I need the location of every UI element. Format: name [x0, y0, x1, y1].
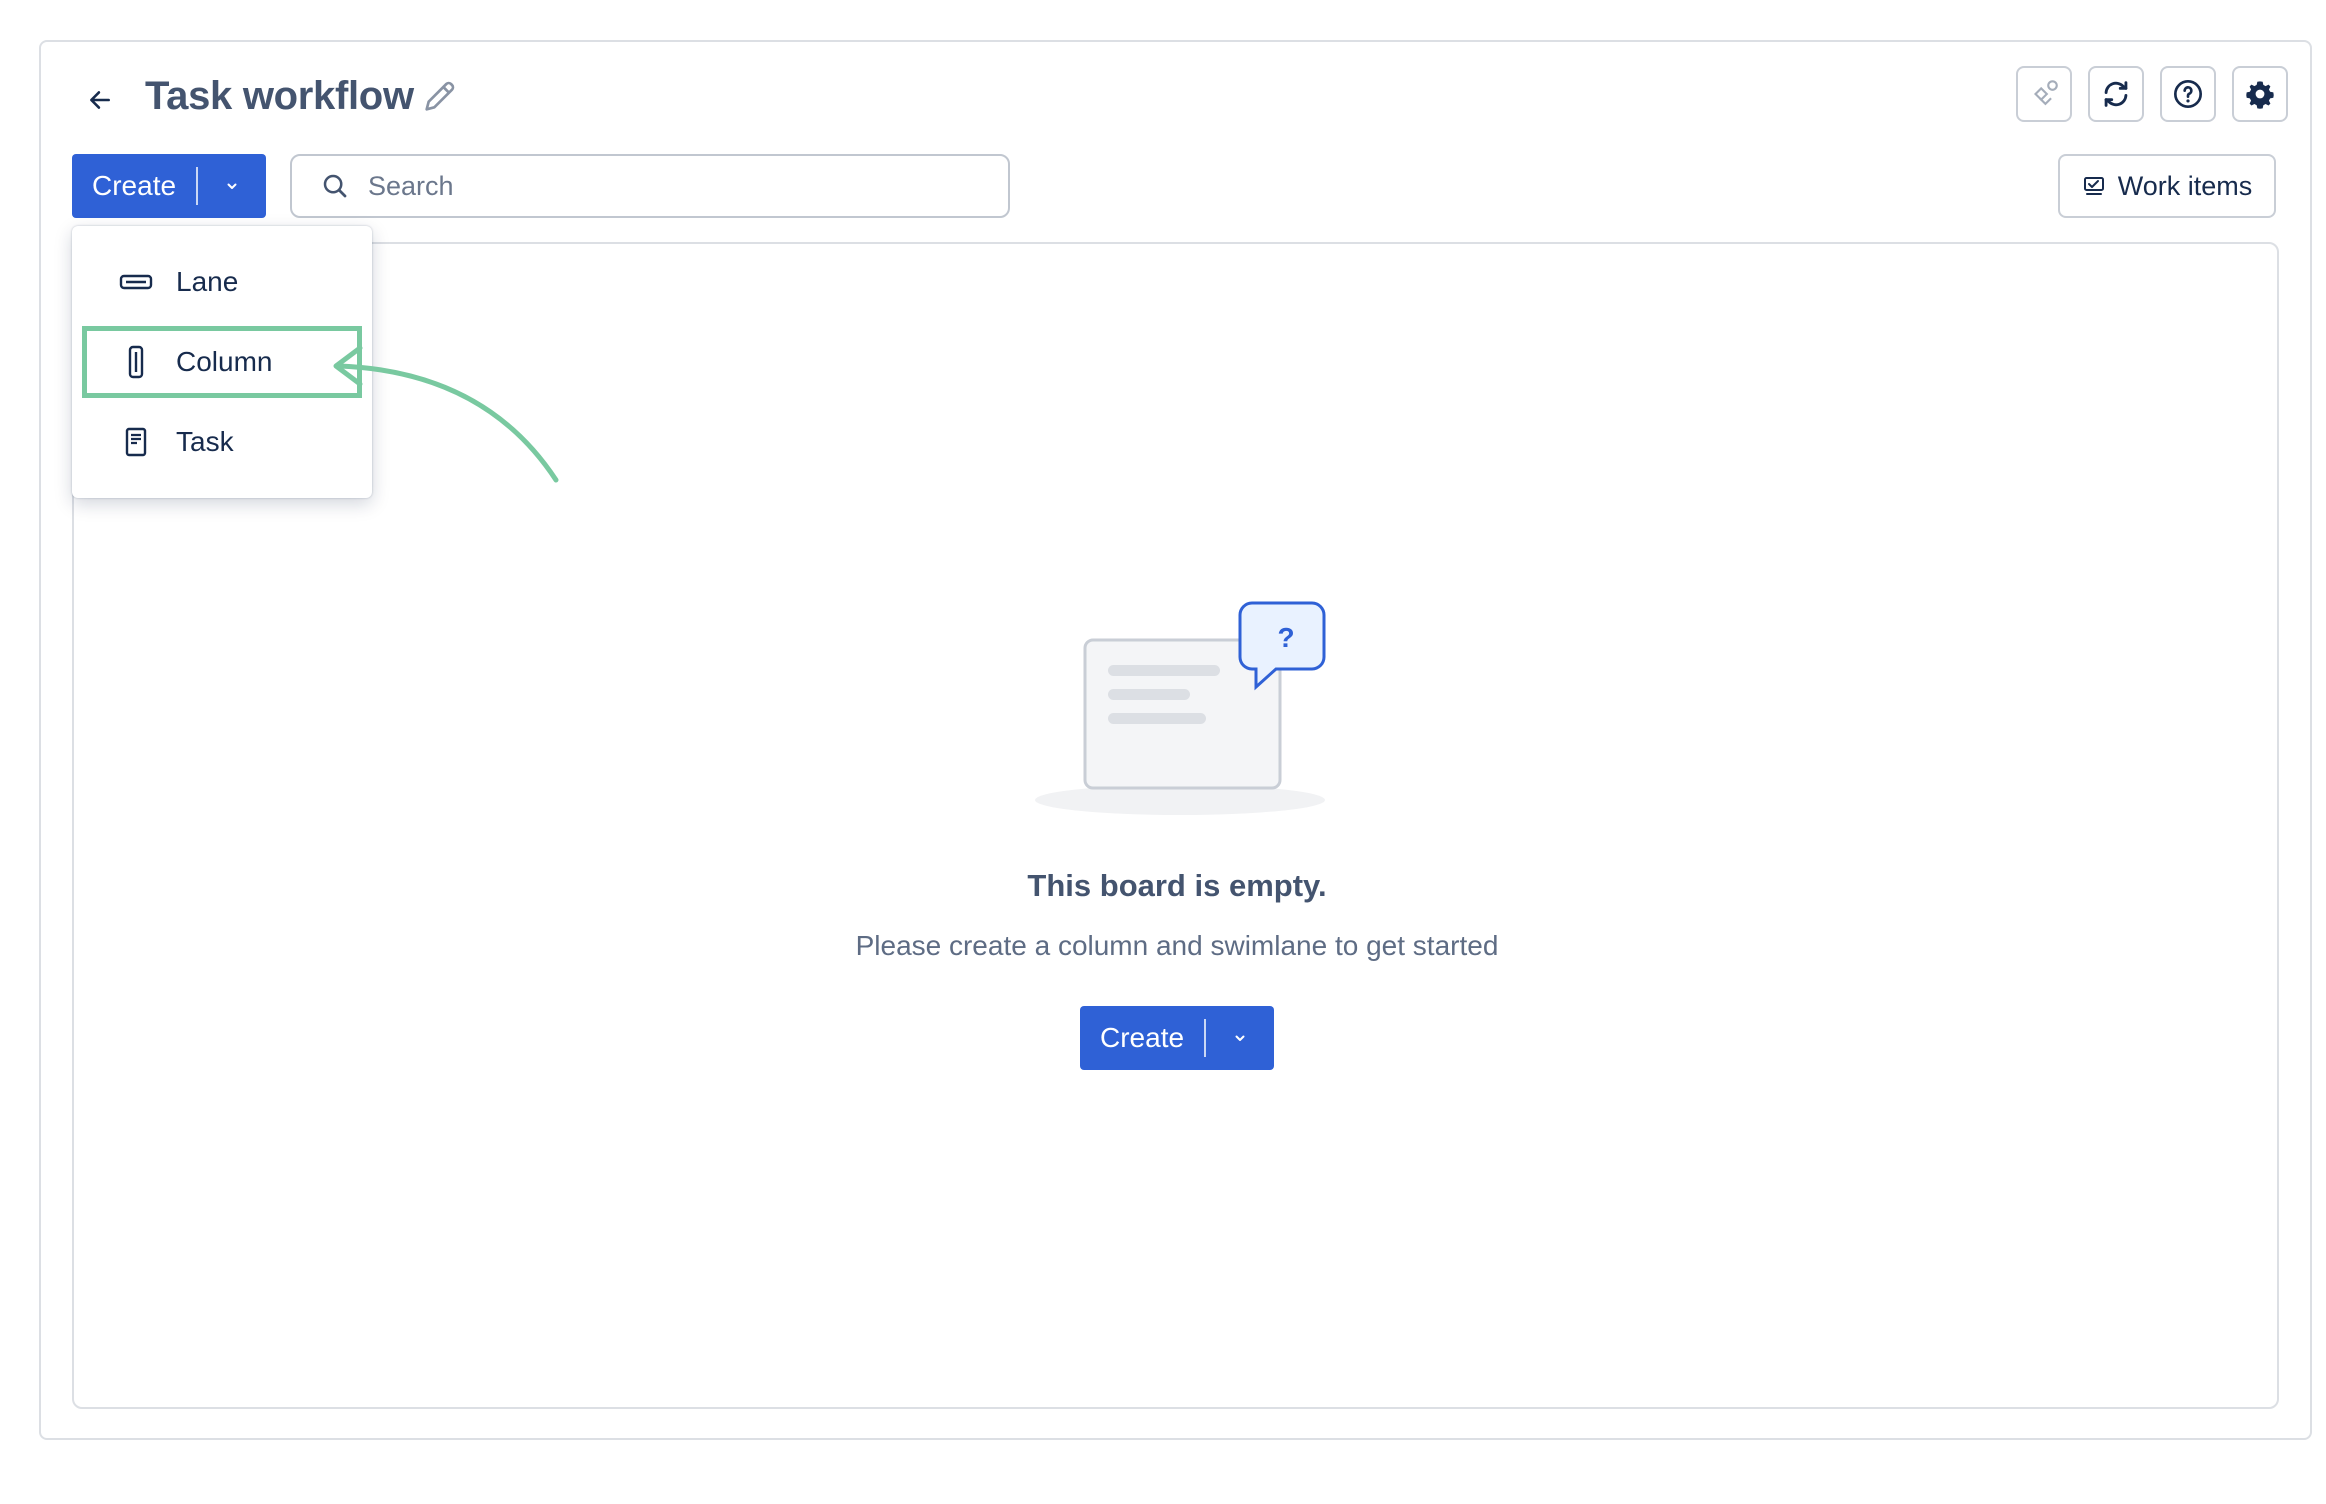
menu-item-lane[interactable]: Lane	[82, 246, 362, 318]
integration-icon	[2033, 80, 2058, 106]
empty-state-create-split-button[interactable]: Create	[1080, 1006, 1274, 1070]
integration-button[interactable]	[2016, 66, 2072, 122]
search-field[interactable]	[290, 154, 1010, 218]
sync-icon	[2104, 81, 2128, 107]
help-icon	[2174, 80, 2202, 108]
gear-icon	[2246, 81, 2274, 109]
work-items-button[interactable]: Work items	[2058, 154, 2276, 218]
create-dropdown-toggle[interactable]	[1206, 1006, 1274, 1070]
help-button[interactable]	[2160, 66, 2216, 122]
create-button-label[interactable]: Create	[1080, 1006, 1204, 1070]
sync-button[interactable]	[2088, 66, 2144, 122]
work-items-icon	[2083, 177, 2104, 195]
empty-state-title: This board is empty.	[1027, 868, 1327, 903]
svg-text:?: ?	[1277, 622, 1294, 653]
page-title: Task workflow	[145, 74, 414, 118]
annotation-arrow	[333, 345, 559, 483]
back-arrow-icon	[90, 91, 110, 109]
menu-item-label: Lane	[176, 266, 239, 297]
settings-button[interactable]	[2232, 66, 2288, 122]
create-button-label[interactable]: Create	[72, 154, 196, 218]
empty-board-illustration: ?	[1035, 601, 1326, 815]
menu-item-label: Column	[176, 346, 273, 377]
edit-title-button[interactable]	[420, 76, 460, 116]
work-items-label: Work items	[2117, 170, 2253, 201]
chevron-down-icon	[227, 183, 237, 189]
back-button[interactable]	[78, 78, 122, 122]
empty-state-subtitle: Please create a column and swimlane to g…	[855, 930, 1499, 961]
create-dropdown-toggle[interactable]	[198, 154, 266, 218]
search-input[interactable]	[368, 170, 968, 202]
column-icon	[116, 345, 156, 379]
menu-item-label: Task	[176, 426, 234, 457]
task-icon	[116, 427, 156, 457]
pencil-icon	[425, 81, 455, 111]
chevron-down-icon	[1235, 1035, 1245, 1041]
lane-icon	[116, 272, 156, 292]
create-split-button[interactable]: Create	[72, 154, 266, 218]
search-icon	[320, 171, 350, 201]
